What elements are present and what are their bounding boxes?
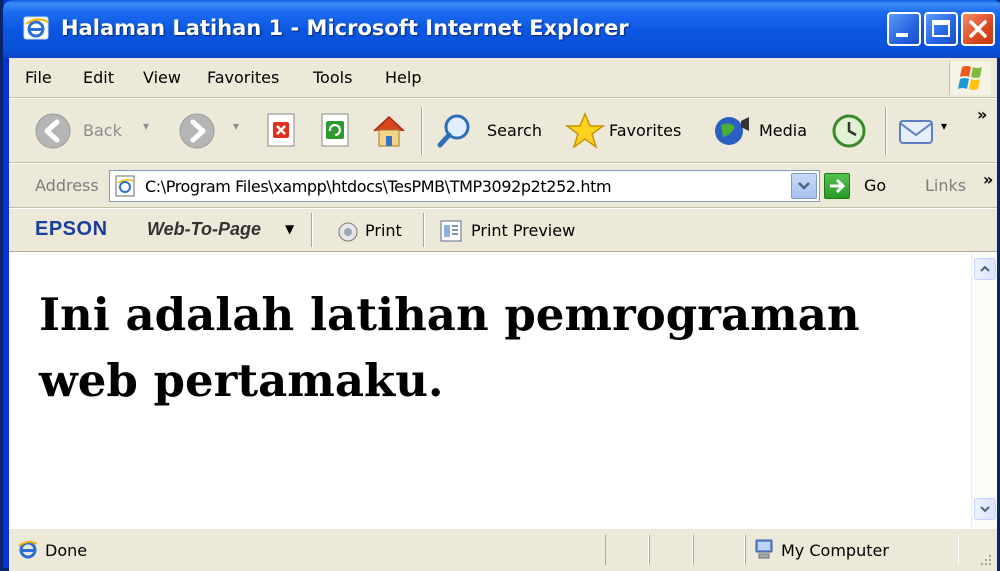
address-input[interactable]: C:\Program Files\xampp\htdocs\TesPMB\TMP… xyxy=(109,170,820,202)
refresh-icon xyxy=(321,113,349,147)
address-label: Address xyxy=(35,176,99,195)
star-icon xyxy=(565,112,605,149)
media-icon xyxy=(715,117,749,145)
menu-favorites[interactable]: Favorites xyxy=(203,68,283,87)
status-pane xyxy=(693,535,745,565)
status-text: Done xyxy=(45,541,88,560)
history-button[interactable] xyxy=(829,109,871,153)
menu-file[interactable]: File xyxy=(21,68,56,87)
menu-tools[interactable]: Tools xyxy=(309,68,356,87)
vertical-scrollbar[interactable] xyxy=(971,252,997,528)
address-value: C:\Program Files\xampp\htdocs\TesPMB\TMP… xyxy=(145,177,612,196)
menu-help[interactable]: Help xyxy=(381,68,425,87)
home-icon xyxy=(373,115,405,147)
print-preview-icon[interactable] xyxy=(439,219,463,243)
scroll-up-button[interactable] xyxy=(974,258,996,280)
close-icon xyxy=(969,20,987,38)
minimize-button[interactable] xyxy=(887,12,921,46)
back-arrow-icon xyxy=(35,113,71,149)
toolbar-separator xyxy=(423,213,425,247)
go-label: Go xyxy=(864,176,887,195)
history-icon xyxy=(832,114,866,148)
epson-logo: EPSON xyxy=(35,218,108,240)
title-bar[interactable]: Halaman Latihan 1 - Microsoft Internet E… xyxy=(3,0,1000,58)
menu-edit[interactable]: Edit xyxy=(79,68,118,87)
go-arrow-icon xyxy=(824,173,850,199)
refresh-button[interactable] xyxy=(319,109,355,153)
stop-icon xyxy=(267,113,295,147)
back-button[interactable]: Back ▾ xyxy=(33,109,157,153)
status-pane xyxy=(605,535,649,565)
browser-window: Halaman Latihan 1 - Microsoft Internet E… xyxy=(0,0,1000,571)
standard-toolbar: Back ▾ ▾ Search Favorites Media ▾ » xyxy=(9,98,997,163)
forward-button[interactable]: ▾ xyxy=(177,109,251,153)
favorites-label: Favorites xyxy=(609,121,682,140)
chevron-up-icon xyxy=(980,265,990,272)
back-dropdown-icon[interactable]: ▾ xyxy=(143,119,149,133)
menu-view[interactable]: View xyxy=(139,68,185,87)
favorites-button[interactable]: Favorites xyxy=(565,109,699,153)
maximize-icon xyxy=(932,20,950,37)
web-to-page-dropdown-icon[interactable]: ▼ xyxy=(285,222,294,236)
media-label: Media xyxy=(759,121,808,140)
forward-dropdown-icon[interactable]: ▾ xyxy=(233,119,239,133)
zone-text: My Computer xyxy=(781,541,889,560)
chevron-down-icon xyxy=(980,506,990,513)
ie-logo-icon xyxy=(23,16,49,40)
print-icon[interactable] xyxy=(337,218,359,244)
menu-bar: File Edit View Favorites Tools Help xyxy=(9,58,997,98)
search-button[interactable]: Search xyxy=(435,109,553,153)
status-pane xyxy=(649,535,693,565)
toolbar-overflow-icon[interactable]: » xyxy=(977,105,987,124)
web-to-page-menu[interactable]: Web-To-Page xyxy=(147,219,261,240)
ie-page-icon xyxy=(18,540,38,559)
my-computer-icon xyxy=(755,539,773,559)
back-label: Back xyxy=(83,121,122,140)
stop-button[interactable] xyxy=(265,109,301,153)
media-button[interactable]: Media xyxy=(711,109,817,153)
maximize-button[interactable] xyxy=(924,12,958,46)
print-button[interactable]: Print xyxy=(365,221,402,240)
window-title: Halaman Latihan 1 - Microsoft Internet E… xyxy=(61,16,629,40)
search-label: Search xyxy=(487,121,542,140)
toolbar-separator xyxy=(311,213,313,247)
print-preview-button[interactable]: Print Preview xyxy=(471,221,575,240)
page-heading: Ini adalah latihan pemrograman web perta… xyxy=(39,288,860,407)
forward-arrow-icon xyxy=(179,113,215,149)
toolbar-separator xyxy=(885,107,887,155)
search-icon xyxy=(437,114,470,148)
minimize-icon xyxy=(896,33,908,37)
go-button[interactable]: Go xyxy=(824,171,914,203)
home-button[interactable] xyxy=(369,109,411,153)
address-dropdown-button[interactable] xyxy=(791,173,817,199)
close-button[interactable] xyxy=(961,12,995,46)
page-icon xyxy=(115,175,135,197)
mail-button[interactable]: ▾ xyxy=(897,109,961,153)
resize-grip-icon[interactable] xyxy=(979,553,993,567)
status-bar: Done My Computer xyxy=(9,528,997,571)
mail-icon xyxy=(899,120,933,144)
epson-toolbar: EPSON Web-To-Page ▼ Print Print Preview xyxy=(9,208,997,252)
links-overflow-icon[interactable]: » xyxy=(983,170,993,189)
toolbar-separator xyxy=(421,107,423,155)
mail-dropdown-icon[interactable]: ▾ xyxy=(941,119,947,133)
address-bar: Address C:\Program Files\xampp\htdocs\Te… xyxy=(9,163,997,208)
chevron-down-icon xyxy=(798,182,810,190)
links-label[interactable]: Links xyxy=(925,176,966,195)
page-content: Ini adalah latihan pemrograman web perta… xyxy=(9,252,997,528)
windows-flag-icon xyxy=(949,61,991,95)
scroll-down-button[interactable] xyxy=(974,498,996,520)
